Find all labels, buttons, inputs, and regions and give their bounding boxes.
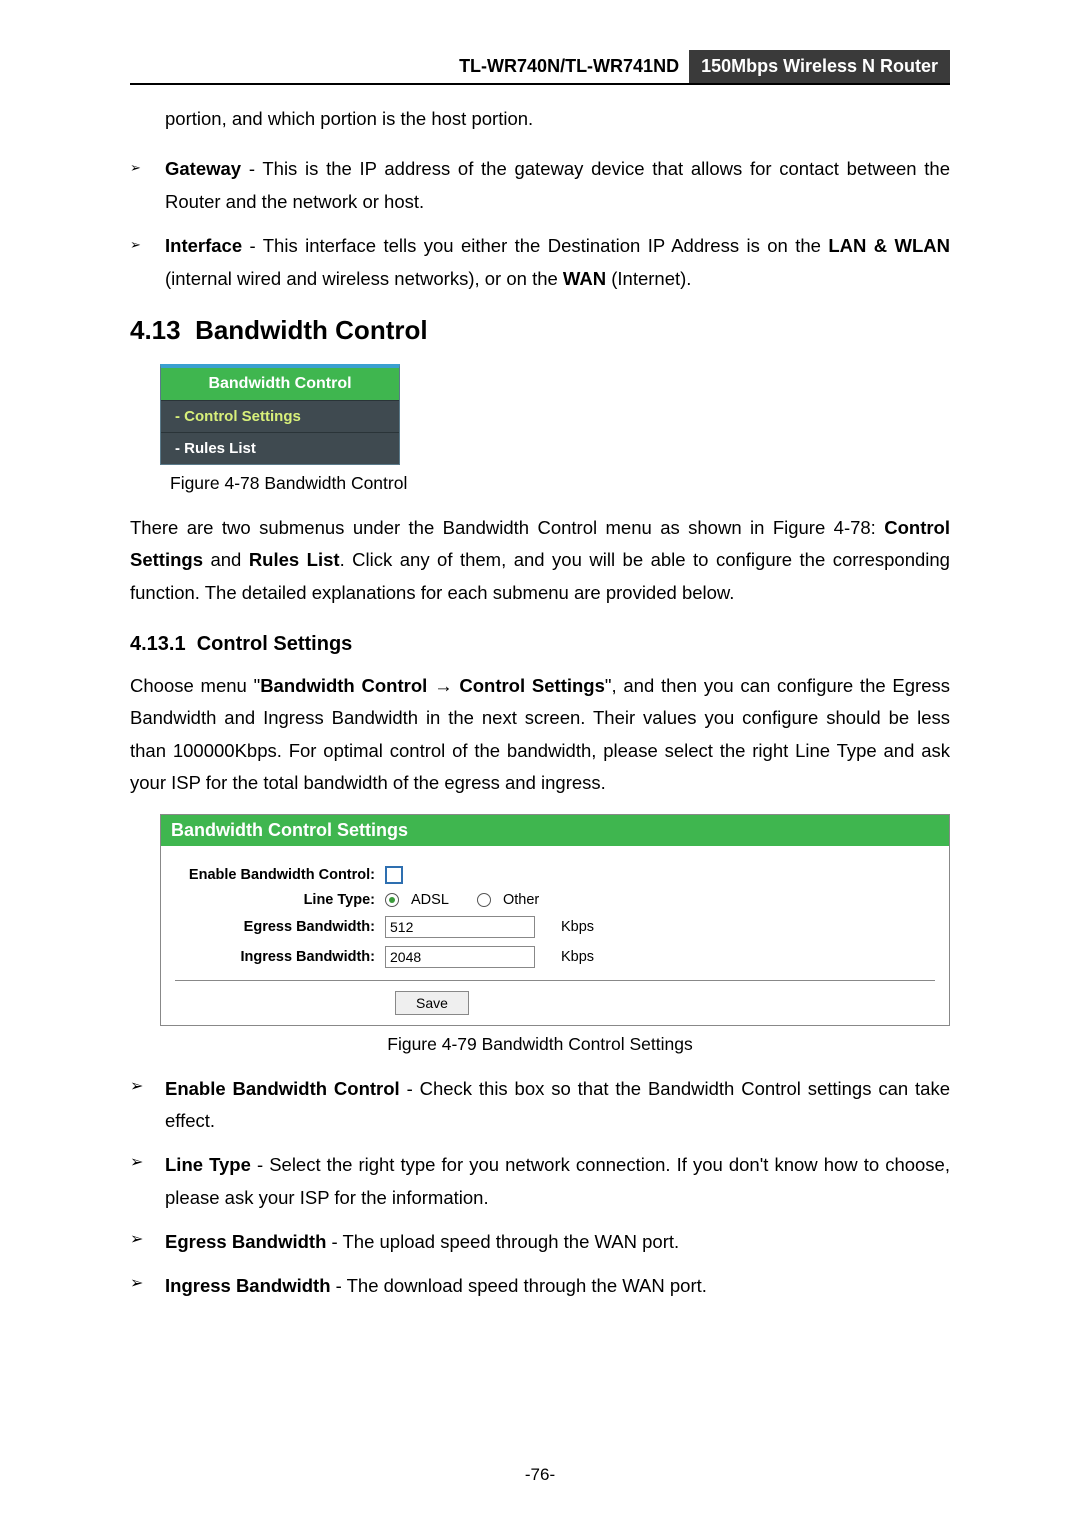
page-number: -76- xyxy=(0,1465,1080,1485)
egress-input[interactable] xyxy=(385,916,535,938)
subsection-title: Control Settings xyxy=(197,633,353,655)
unit-kbps: Kbps xyxy=(561,949,594,965)
text: and xyxy=(203,549,249,570)
section-paragraph: There are two submenus under the Bandwid… xyxy=(130,512,950,609)
divider xyxy=(175,980,935,981)
top-bullet-list: Gateway - This is the IP address of the … xyxy=(130,153,950,295)
figure-caption-79: Figure 4-79 Bandwidth Control Settings xyxy=(130,1034,950,1055)
bold-rules-list: Rules List xyxy=(249,549,340,570)
subsection-number: 4.13.1 xyxy=(130,633,186,655)
bold-bandwidth-control: Bandwidth Control xyxy=(260,675,427,696)
radio-adsl[interactable] xyxy=(385,893,399,907)
term-gateway: Gateway xyxy=(165,158,241,179)
section-title: Bandwidth Control xyxy=(195,315,428,345)
settings-panel-figure: Bandwidth Control Settings Enable Bandwi… xyxy=(160,814,950,1026)
figure-caption-78: Figure 4-78 Bandwidth Control xyxy=(170,473,950,494)
label-linetype: Line Type: xyxy=(175,892,385,908)
subsection-heading: 4.13.1 Control Settings xyxy=(130,633,950,656)
save-button[interactable]: Save xyxy=(395,991,469,1015)
radio-label-other: Other xyxy=(503,892,539,908)
text: - This is the IP address of the gateway … xyxy=(165,158,950,211)
list-item: Enable Bandwidth Control - Check this bo… xyxy=(130,1073,950,1138)
bold-control-settings2: Control Settings xyxy=(459,675,605,696)
bold-lanwlan: LAN & WLAN xyxy=(828,235,950,256)
text: - This interface tells you either the De… xyxy=(242,235,828,256)
row-egress: Egress Bandwidth: Kbps xyxy=(175,916,935,938)
text: (internal wired and wireless networks), … xyxy=(165,268,563,289)
panel-title: Bandwidth Control Settings xyxy=(161,815,949,846)
arrow: → xyxy=(427,675,459,696)
radio-label-adsl: ADSL xyxy=(411,892,449,908)
list-item: Gateway - This is the IP address of the … xyxy=(130,153,950,218)
section-number: 4.13 xyxy=(130,315,181,345)
sidebar-item-control-settings[interactable]: - Control Settings xyxy=(161,400,399,432)
radio-other[interactable] xyxy=(477,893,491,907)
row-ingress: Ingress Bandwidth: Kbps xyxy=(175,946,935,968)
list-item: Ingress Bandwidth - The download speed t… xyxy=(130,1270,950,1302)
label-ingress: Ingress Bandwidth: xyxy=(175,949,385,965)
section-heading: 4.13 Bandwidth Control xyxy=(130,315,950,346)
intro-fragment: portion, and which portion is the host p… xyxy=(165,103,950,135)
subsection-paragraph: Choose menu "Bandwidth Control → Control… xyxy=(130,670,950,800)
term-interface: Interface xyxy=(165,235,242,256)
list-item: Egress Bandwidth - The upload speed thro… xyxy=(130,1226,950,1258)
row-enable: Enable Bandwidth Control: xyxy=(175,866,935,884)
row-linetype: Line Type: ADSL Other xyxy=(175,892,935,908)
ingress-input[interactable] xyxy=(385,946,535,968)
unit-kbps: Kbps xyxy=(561,919,594,935)
text: - The upload speed through the WAN port. xyxy=(326,1231,679,1252)
text: There are two submenus under the Bandwid… xyxy=(130,517,884,538)
label-egress: Egress Bandwidth: xyxy=(175,919,385,935)
text: - The download speed through the WAN por… xyxy=(331,1275,707,1296)
header-product: 150Mbps Wireless N Router xyxy=(689,50,950,83)
bottom-bullet-list: Enable Bandwidth Control - Check this bo… xyxy=(130,1073,950,1303)
page-header: TL-WR740N/TL-WR741ND 150Mbps Wireless N … xyxy=(130,50,950,85)
sidebar-header: Bandwidth Control xyxy=(161,368,399,400)
list-item: Line Type - Select the right type for yo… xyxy=(130,1149,950,1214)
text: (Internet). xyxy=(606,268,691,289)
term-ingress: Ingress Bandwidth xyxy=(165,1275,331,1296)
bold-wan: WAN xyxy=(563,268,606,289)
term-enable-bc: Enable Bandwidth Control xyxy=(165,1078,400,1099)
text: - Select the right type for you network … xyxy=(165,1154,950,1207)
term-linetype: Line Type xyxy=(165,1154,251,1175)
sidebar-figure: Bandwidth Control - Control Settings - R… xyxy=(160,364,400,465)
list-item: Interface - This interface tells you eit… xyxy=(130,230,950,295)
text: Choose menu " xyxy=(130,675,260,696)
term-egress: Egress Bandwidth xyxy=(165,1231,326,1252)
header-model: TL-WR740N/TL-WR741ND xyxy=(459,50,689,83)
enable-checkbox[interactable] xyxy=(385,866,403,884)
label-enable: Enable Bandwidth Control: xyxy=(175,867,385,883)
sidebar-item-rules-list[interactable]: - Rules List xyxy=(161,432,399,464)
